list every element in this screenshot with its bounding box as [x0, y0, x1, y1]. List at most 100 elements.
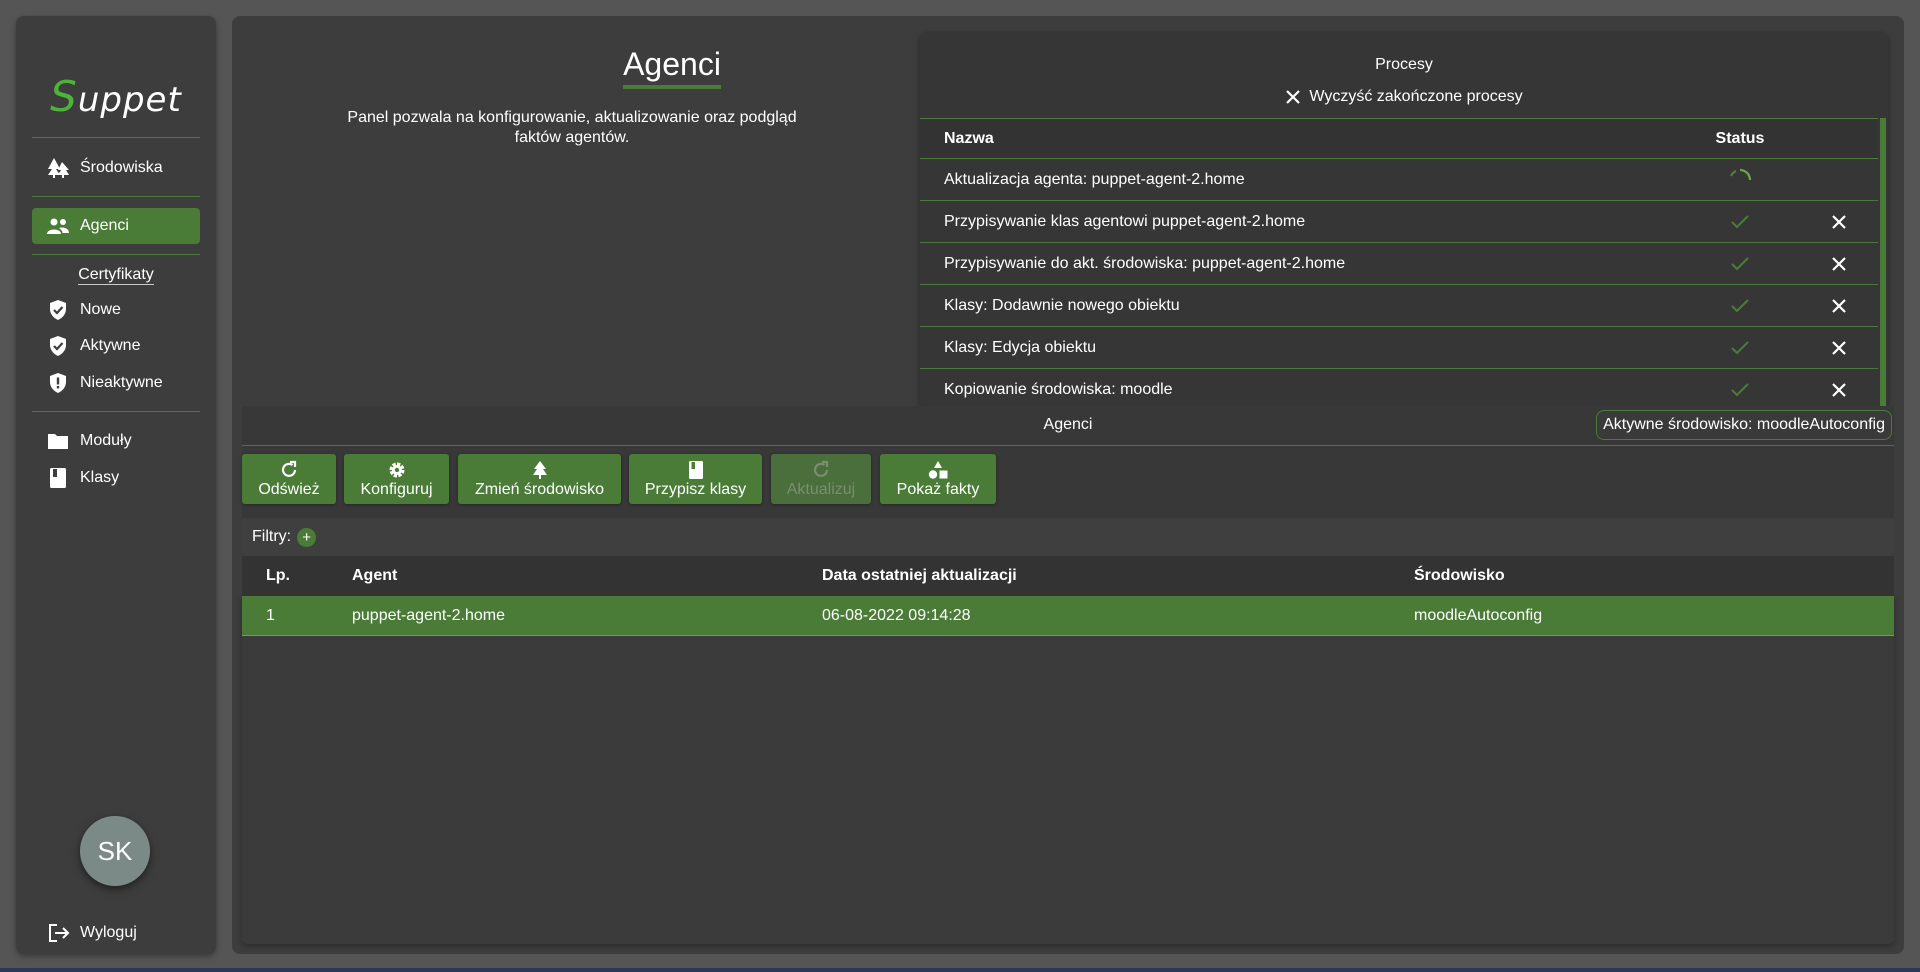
- main-panel: Agenci Panel pozwala na konfigurowanie, …: [232, 16, 1904, 954]
- active-environment-badge: Aktywne środowisko: moodleAutoconfig: [1596, 410, 1892, 440]
- agents-toolbar: Odśwież Konfiguruj Zmień środowisko Przy…: [242, 446, 1894, 518]
- column-header: Nazwa: [944, 129, 994, 147]
- shapes-icon: [927, 459, 949, 481]
- app-logo[interactable]: Suppet: [16, 72, 216, 121]
- remove-process-button[interactable]: [1770, 298, 1878, 314]
- sidebar-item-agenci[interactable]: Agenci: [32, 208, 200, 244]
- tree-icon: [531, 459, 549, 481]
- agents-table-header: Lp. Agent Data ostatniej aktualizacji Śr…: [242, 556, 1894, 596]
- sidebar: Suppet Środowiska Agenci Certyfikaty Now…: [16, 16, 216, 954]
- process-row: Klasy: Dodawnie nowego obiektu: [920, 285, 1878, 327]
- column-header: Status: [1715, 129, 1765, 147]
- check-icon: [1710, 382, 1770, 398]
- sidebar-item-klasy[interactable]: Klasy: [32, 460, 200, 496]
- process-row: Przypisywanie do akt. środowiska: puppet…: [920, 243, 1878, 285]
- column-header[interactable]: Lp.: [242, 567, 352, 585]
- process-row: Aktualizacja agenta: puppet-agent-2.home: [920, 159, 1878, 201]
- avatar[interactable]: SK: [80, 816, 150, 886]
- column-header[interactable]: Środowisko: [1414, 567, 1894, 585]
- close-icon: [1832, 298, 1846, 313]
- sidebar-item-label: Nieaktywne: [80, 374, 163, 391]
- check-icon: [1710, 340, 1770, 356]
- sidebar-item-label: Nowe: [80, 301, 121, 318]
- sidebar-item-label: Klasy: [80, 469, 120, 486]
- refresh-icon: [279, 459, 299, 481]
- process-name: Klasy: Dodawnie nowego obiektu: [944, 296, 1180, 314]
- process-name: Przypisywanie do akt. środowiska: puppet…: [944, 254, 1346, 272]
- process-name: Klasy: Edycja obiektu: [944, 338, 1097, 356]
- check-icon: [1710, 298, 1770, 314]
- remove-process-button[interactable]: [1770, 256, 1878, 272]
- update-button[interactable]: Aktualizuj: [771, 454, 871, 504]
- table-row[interactable]: 1 puppet-agent-2.home 06-08-2022 09:14:2…: [242, 596, 1894, 636]
- column-header[interactable]: Agent: [352, 567, 822, 585]
- agent-lp: 1: [266, 606, 275, 624]
- agents-table: Lp. Agent Data ostatniej aktualizacji Śr…: [242, 556, 1894, 636]
- people-icon: [46, 214, 70, 238]
- gear-icon: [387, 459, 407, 481]
- logout-icon: [48, 923, 70, 943]
- sidebar-item-nowe[interactable]: Nowe: [32, 292, 200, 328]
- update-label: Aktualizuj: [786, 481, 856, 498]
- change-environment-label: Zmień środowisko: [475, 481, 604, 498]
- agents-header-bar: Agenci Aktywne środowisko: moodleAutocon…: [242, 406, 1894, 446]
- column-header[interactable]: Data ostatniej aktualizacji: [822, 567, 1414, 585]
- processes-table-header: Nazwa Status: [920, 119, 1878, 159]
- remove-process-button[interactable]: [1770, 340, 1878, 356]
- clear-finished-button[interactable]: Wyczyść zakończone procesy: [920, 88, 1888, 106]
- sidebar-item-aktywne[interactable]: Aktywne: [32, 328, 200, 364]
- remove-process-button[interactable]: [1770, 382, 1878, 398]
- agents-table-area: [242, 596, 1894, 944]
- add-filter-button[interactable]: +: [297, 527, 317, 547]
- refresh-label: Odśwież: [258, 481, 320, 498]
- folder-icon: [46, 429, 70, 453]
- book-icon: [688, 459, 704, 481]
- configure-button[interactable]: Konfiguruj: [344, 454, 449, 504]
- sidebar-divider: [32, 137, 200, 138]
- agent-last-update: 06-08-2022 09:14:28: [822, 606, 971, 624]
- agent-environment: moodleAutoconfig: [1414, 606, 1543, 624]
- configure-label: Konfiguruj: [360, 481, 433, 498]
- page-description: Panel pozwala na konfigurowanie, aktuali…: [347, 109, 797, 146]
- close-icon: [1832, 340, 1846, 355]
- sidebar-item-srodowiska[interactable]: Środowiska: [32, 150, 200, 186]
- filters-bar: Filtry: +: [242, 518, 1894, 556]
- sidebar-item-label: Środowiska: [80, 159, 163, 176]
- sidebar-item-label: Agenci: [80, 217, 129, 234]
- book-icon: [46, 466, 70, 490]
- certificates-section-label: Certyfikaty: [78, 266, 154, 285]
- page-title: Agenci: [522, 46, 822, 89]
- sidebar-divider: [32, 254, 200, 255]
- processes-scrollbar[interactable]: [1880, 118, 1886, 408]
- close-icon: [1832, 214, 1846, 229]
- process-row: Klasy: Edycja obiektu: [920, 327, 1878, 369]
- refresh-button[interactable]: Odśwież: [242, 454, 336, 504]
- refresh-icon: [811, 459, 831, 481]
- agent-name: puppet-agent-2.home: [352, 606, 505, 624]
- assign-classes-button[interactable]: Przypisz klasy: [629, 454, 762, 504]
- logout-label: Wyloguj: [80, 924, 137, 941]
- process-row: Przypisywanie klas agentowi puppet-agent…: [920, 201, 1878, 243]
- assign-classes-label: Przypisz klasy: [644, 481, 747, 498]
- change-environment-button[interactable]: Zmień środowisko: [458, 454, 621, 504]
- sidebar-item-label: Moduły: [80, 432, 132, 449]
- close-icon: [1285, 89, 1301, 105]
- remove-process-button[interactable]: [1770, 214, 1878, 230]
- sidebar-item-nieaktywne[interactable]: Nieaktywne: [32, 365, 200, 401]
- check-icon: [1710, 256, 1770, 272]
- window-bottom-edge: [0, 968, 1920, 972]
- sidebar-divider: [32, 411, 200, 412]
- show-facts-button[interactable]: Pokaż fakty: [880, 454, 996, 504]
- shield-check-icon: [46, 334, 70, 358]
- loading-spinner-icon: [1710, 168, 1770, 192]
- sidebar-divider: [32, 196, 200, 197]
- processes-title: Procesy: [1375, 56, 1433, 73]
- process-row: Kopiowanie środowiska: moodle: [920, 369, 1878, 408]
- logout-button[interactable]: Wyloguj: [48, 918, 137, 948]
- process-name: Aktualizacja agenta: puppet-agent-2.home: [944, 170, 1245, 188]
- close-icon: [1832, 256, 1846, 271]
- sidebar-item-moduly[interactable]: Moduły: [32, 423, 200, 459]
- process-name: Kopiowanie środowiska: moodle: [944, 380, 1173, 398]
- check-icon: [1710, 214, 1770, 230]
- processes-panel: Procesy Wyczyść zakończone procesy Nazwa…: [920, 32, 1888, 408]
